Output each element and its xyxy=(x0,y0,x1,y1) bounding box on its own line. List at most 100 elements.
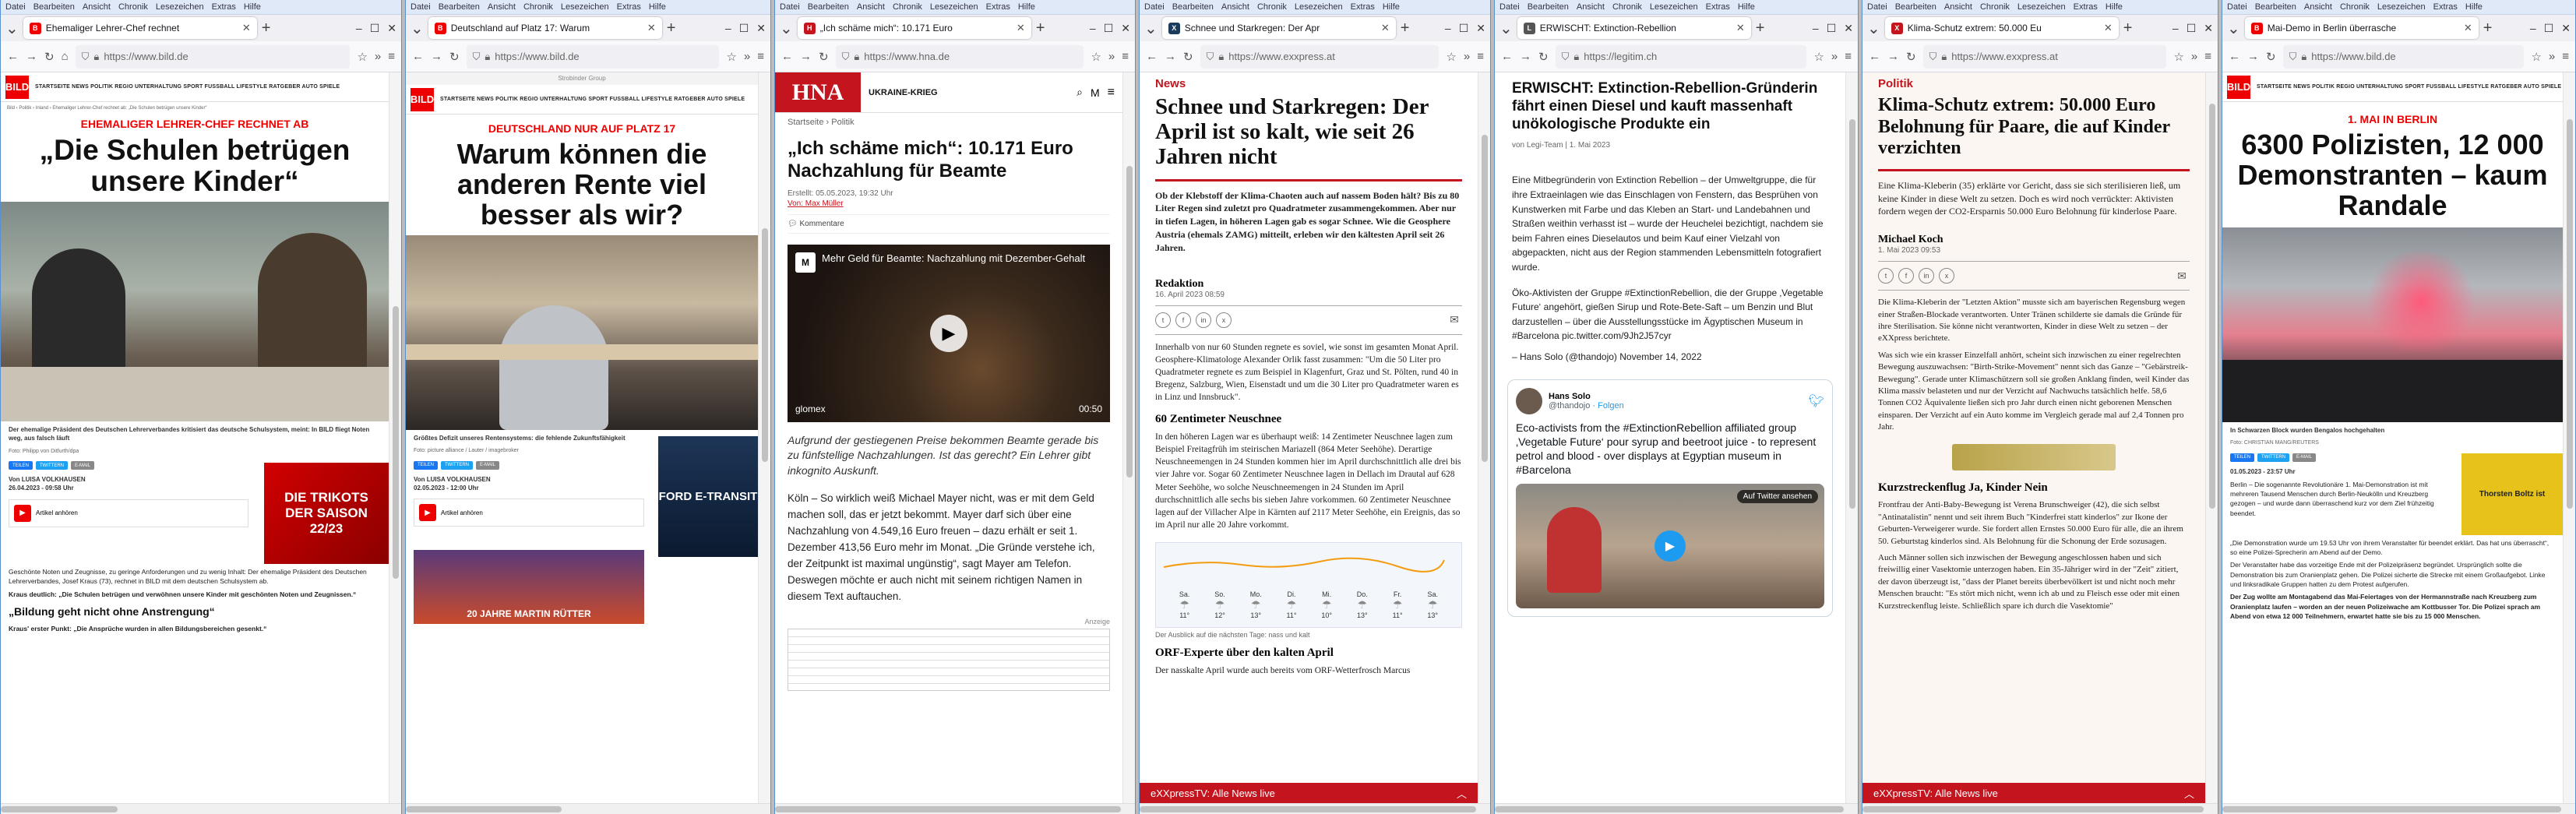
tab-list-icon[interactable]: ⌄ xyxy=(5,19,19,38)
menu-item[interactable]: Lesezeichen xyxy=(2017,2,2066,12)
menu-item[interactable]: Extras xyxy=(1351,2,1375,12)
hamburger-menu-icon[interactable]: ≡ xyxy=(757,50,764,63)
address-bar[interactable]: ⛉ 🔒︎ https://www.bild.de xyxy=(75,44,351,69)
close-window-icon[interactable]: ✕ xyxy=(1121,22,1130,35)
new-tab-icon[interactable]: + xyxy=(2123,19,2133,37)
site-nav[interactable]: STARTSEITE NEWS POLITIK REGIO UNTERHALTU… xyxy=(440,97,745,102)
email-share-button[interactable]: E-MAIL xyxy=(2292,453,2317,462)
menu-item[interactable]: Chronik xyxy=(1257,2,1287,12)
video-player[interactable]: M Mehr Geld für Beamte: Nachzahlung mit D… xyxy=(788,244,1110,422)
minimize-icon[interactable]: – xyxy=(2173,22,2179,35)
address-bar[interactable]: ⛉ 🔒︎ https://www.bild.de xyxy=(466,44,720,69)
minimize-icon[interactable]: – xyxy=(1813,22,1819,35)
address-bar[interactable]: ⛉ 🔒︎ https://legitim.ch xyxy=(1555,44,1807,69)
browser-tab[interactable]: L ERWISCHT: Extinction-Rebellion ✕ xyxy=(1517,17,1751,39)
bookmark-star-icon[interactable]: ☆ xyxy=(1091,50,1101,64)
address-bar[interactable]: ⛉ 🔒︎ https://www.exxpress.at xyxy=(1200,44,1440,69)
embedded-tweet[interactable]: Hans Solo @thandojo · Folgen 🐦︎ Eco-activis… xyxy=(1507,379,1833,617)
menu-item[interactable]: Hilfe xyxy=(1383,2,1400,12)
forward-icon[interactable]: → xyxy=(1165,50,1176,63)
hamburger-menu-icon[interactable]: ≡ xyxy=(1122,50,1129,63)
menu-item[interactable]: Bearbeiten xyxy=(439,2,480,12)
overflow-icon[interactable]: » xyxy=(2191,50,2197,63)
ad-banner[interactable]: FORD E-TRANSIT xyxy=(658,435,758,557)
new-tab-icon[interactable]: + xyxy=(1036,19,1045,37)
chevron-up-icon[interactable]: ︿ xyxy=(2184,786,2194,801)
hamburger-menu-icon[interactable]: ≡ xyxy=(388,50,395,63)
overflow-icon[interactable]: » xyxy=(2549,50,2555,63)
tab-list-icon[interactable]: ⌄ xyxy=(411,19,424,38)
search-icon[interactable]: ⌕ xyxy=(1077,86,1083,99)
horizontal-scrollbar[interactable] xyxy=(1140,803,1490,814)
forward-icon[interactable]: → xyxy=(1887,50,1899,63)
back-icon[interactable]: ← xyxy=(1501,50,1513,63)
new-tab-icon[interactable]: + xyxy=(667,19,676,37)
menu-item[interactable]: Chronik xyxy=(893,2,922,12)
forward-icon[interactable]: → xyxy=(431,50,442,63)
forward-icon[interactable]: → xyxy=(26,50,37,63)
bookmark-star-icon[interactable]: ☆ xyxy=(1813,50,1824,64)
menu-item[interactable]: Chronik xyxy=(1612,2,1642,12)
new-tab-icon[interactable]: + xyxy=(2483,19,2493,37)
maximize-icon[interactable]: ☐ xyxy=(2544,22,2554,35)
bookmark-star-icon[interactable]: ☆ xyxy=(2173,50,2183,64)
close-tab-icon[interactable]: ✕ xyxy=(1736,22,1745,34)
horizontal-scrollbar[interactable] xyxy=(2222,803,2575,814)
facebook-icon[interactable]: f xyxy=(1175,312,1191,328)
horizontal-scrollbar[interactable] xyxy=(1862,803,2218,814)
menu-item[interactable]: Hilfe xyxy=(1018,2,1035,12)
close-window-icon[interactable]: ✕ xyxy=(2204,22,2213,35)
menu-item[interactable]: Hilfe xyxy=(649,2,666,12)
menu-item[interactable]: Ansicht xyxy=(1944,2,1972,12)
address-bar[interactable]: ⛉ 🔒︎ https://www.bild.de xyxy=(2282,44,2525,69)
menu-item[interactable]: Extras xyxy=(986,2,1010,12)
menu-item[interactable]: Bearbeiten xyxy=(2255,2,2296,12)
browser-tab[interactable]: B Mai-Demo in Berlin überrasche ✕ xyxy=(2244,17,2479,39)
play-icon[interactable]: ▶ xyxy=(1654,530,1686,562)
reload-icon[interactable]: ↻ xyxy=(1906,50,1916,64)
linkedin-icon[interactable]: in xyxy=(1919,268,1934,284)
maximize-icon[interactable]: ☐ xyxy=(1459,22,1469,35)
browser-tab[interactable]: X Klima-Schutz extrem: 50.000 Eu ✕ xyxy=(1884,17,2119,39)
follow-link[interactable]: Folgen xyxy=(1598,401,1624,411)
mail-icon[interactable]: M xyxy=(1091,86,1100,99)
browser-tab[interactable]: B Ehemaliger Lehrer-Chef rechnet ✕ xyxy=(23,17,257,39)
vertical-scrollbar[interactable] xyxy=(1845,72,1858,803)
close-window-icon[interactable]: ✕ xyxy=(1844,22,1853,35)
minimize-icon[interactable]: – xyxy=(725,22,731,35)
menu-item[interactable]: Chronik xyxy=(523,2,553,12)
maximize-icon[interactable]: ☐ xyxy=(370,22,380,35)
maximize-icon[interactable]: ☐ xyxy=(1104,22,1114,35)
mail-icon[interactable]: ✉ xyxy=(2174,268,2190,284)
menu-item[interactable]: Extras xyxy=(212,2,236,12)
reload-icon[interactable]: ↻ xyxy=(1183,50,1193,64)
menu-item[interactable]: Datei xyxy=(5,2,26,12)
reload-icon[interactable]: ↻ xyxy=(2266,50,2276,64)
menu-item[interactable]: Extras xyxy=(2433,2,2458,12)
tab-list-icon[interactable]: ⌄ xyxy=(1867,19,1880,38)
vertical-scrollbar[interactable] xyxy=(758,72,770,803)
browser-tab[interactable]: B Deutschland auf Platz 17: Warum ✕ xyxy=(428,17,662,39)
hamburger-menu-icon[interactable]: ≡ xyxy=(2562,50,2569,63)
linkedin-icon[interactable]: in xyxy=(1196,312,1211,328)
address-bar[interactable]: ⛉ 🔒︎ https://www.hna.de xyxy=(835,44,1084,69)
overflow-icon[interactable]: » xyxy=(1108,50,1115,63)
browser-tab[interactable]: X Schnee und Starkregen: Der Apr ✕ xyxy=(1161,17,1396,39)
close-window-icon[interactable]: ✕ xyxy=(387,22,396,35)
hamburger-menu-icon[interactable]: ≡ xyxy=(1845,50,1852,63)
menu-item[interactable]: Extras xyxy=(2074,2,2098,12)
play-icon[interactable]: ▶ xyxy=(14,504,31,522)
back-icon[interactable]: ← xyxy=(2229,50,2240,63)
minimize-icon[interactable]: – xyxy=(1090,22,1096,35)
ad-table[interactable] xyxy=(788,628,1110,691)
site-nav[interactable]: STARTSEITE NEWS POLITIK REGIO UNTERHALTU… xyxy=(35,84,340,90)
tab-list-icon[interactable]: ⌄ xyxy=(780,19,793,38)
maximize-icon[interactable]: ☐ xyxy=(739,22,749,35)
vertical-scrollbar[interactable] xyxy=(2563,72,2575,803)
close-window-icon[interactable]: ✕ xyxy=(1476,22,1485,35)
facebook-share-button[interactable]: TEILEN xyxy=(9,461,33,470)
horizontal-scrollbar[interactable] xyxy=(775,803,1135,814)
new-tab-icon[interactable]: + xyxy=(262,19,271,37)
nav-ukraine[interactable]: UKRAINE-KRIEG xyxy=(869,88,938,97)
menu-item[interactable]: Bearbeiten xyxy=(1528,2,1569,12)
